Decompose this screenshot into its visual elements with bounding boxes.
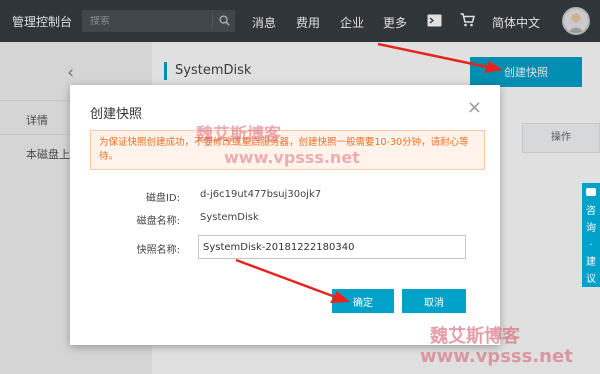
watermark-text: 魏艾斯博客 (196, 125, 281, 145)
disk-name-label: 磁盘名称: (136, 216, 180, 227)
dialog-title: 创建快照 (90, 107, 143, 122)
snapshot-name-input[interactable] (198, 235, 466, 259)
cancel-button[interactable]: 取消 (402, 289, 466, 313)
chat-icon (586, 188, 596, 196)
disk-id-label: 磁盘ID: (145, 193, 180, 204)
disk-id-value: d-j6c19ut477bsuj30ojk7 (200, 189, 322, 200)
snapshot-name-label: 快照名称: (136, 245, 180, 256)
watermark-url: www.vpsss.net (224, 148, 360, 167)
feedback-tab[interactable]: 咨询·建议 (582, 183, 600, 287)
confirm-button[interactable]: 确定 (332, 289, 394, 313)
disk-name-value: SystemDisk (200, 212, 259, 223)
watermark-text: 魏艾斯博客 (430, 326, 520, 347)
watermark-url: www.vpsss.net (420, 346, 573, 367)
create-snapshot-dialog: 创建快照 × 为保证快照创建成功，不要修改或重启服务器，创建快照一般需要10-3… (70, 85, 500, 345)
feedback-label: 咨询·建议 (586, 206, 596, 285)
close-icon[interactable]: × (467, 99, 482, 117)
